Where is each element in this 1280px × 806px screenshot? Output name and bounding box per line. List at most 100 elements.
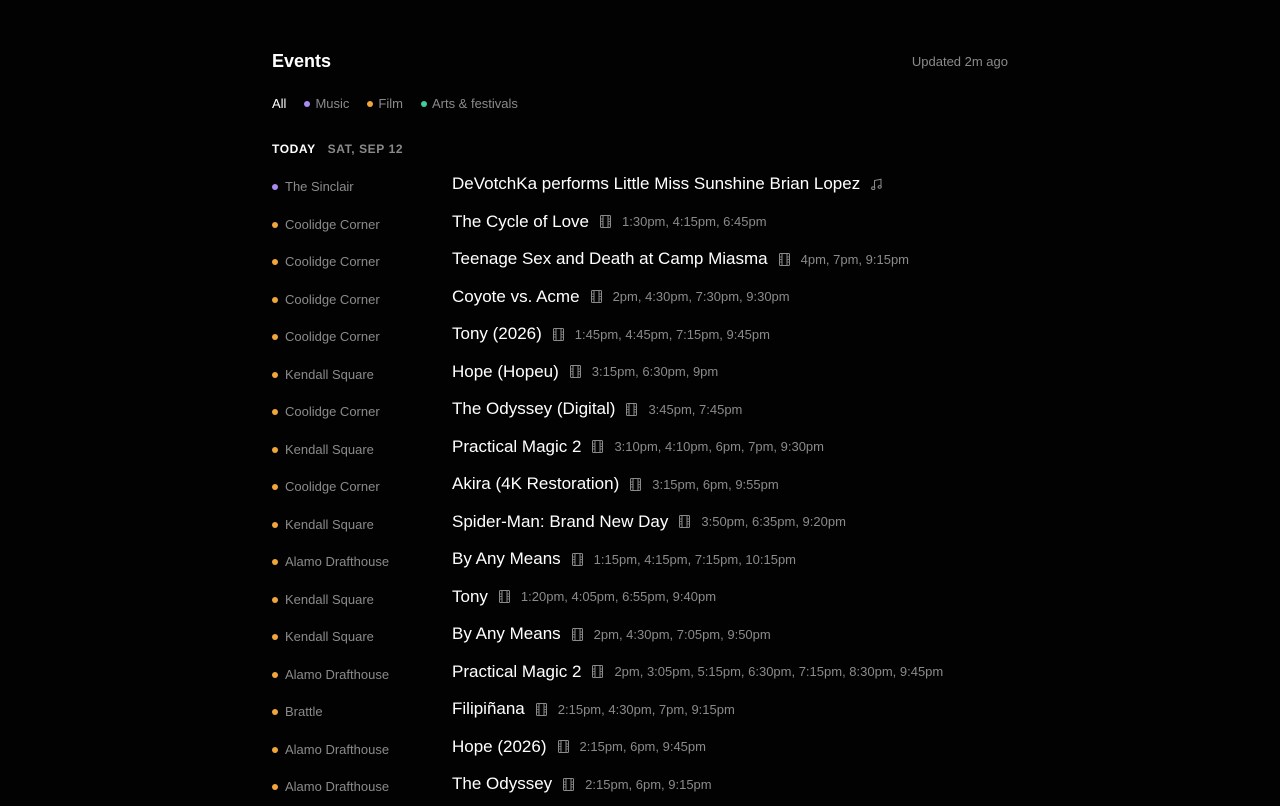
filter-film[interactable]: Film bbox=[367, 96, 403, 112]
filter-label: All bbox=[272, 96, 287, 111]
event-row[interactable]: Alamo Drafthouse By Any Means 1:15pm, 4:15… bbox=[272, 543, 1008, 581]
event-row[interactable]: Coolidge Corner Tony (2026) 1:45pm, 4:45pm… bbox=[272, 318, 1008, 356]
film-icon bbox=[562, 777, 575, 791]
event-title[interactable]: Akira (4K Restoration) bbox=[452, 474, 619, 494]
event-venue: Coolidge Corner bbox=[272, 217, 380, 233]
showtimes: 1:45pm, 4:45pm, 7:15pm, 9:45pm bbox=[574, 326, 770, 342]
event-title[interactable]: Hope (2026) bbox=[452, 737, 547, 757]
film-icon bbox=[590, 290, 603, 303]
event-details: By Any Means 2pm, 4:30pm, 7:05pm, 9:50pm bbox=[452, 624, 771, 644]
event-details: The Odyssey (Digital) 3:45pm, 7:45pm bbox=[452, 399, 742, 419]
event-title[interactable]: Tony (2026) bbox=[452, 324, 542, 344]
venue-name: The Sinclair bbox=[285, 179, 354, 194]
category-dot bbox=[272, 559, 278, 565]
film-icon bbox=[552, 327, 565, 341]
today-label: TODAY bbox=[272, 142, 316, 156]
event-details: Practical Magic 2 2pm, 3:05pm, 5:15pm, 6:… bbox=[452, 662, 943, 682]
event-details: Akira (4K Restoration) 3:15pm, 6pm, 9:55p… bbox=[452, 474, 779, 494]
event-row[interactable]: Kendall Square Spider-Man: Brand New Day 3… bbox=[272, 506, 1008, 544]
event-row[interactable]: Kendall Square Hope (Hopeu) 3:15pm, 6:30pm… bbox=[272, 356, 1008, 394]
category-dot bbox=[272, 784, 278, 790]
showtimes: 3:15pm, 6pm, 9:55pm bbox=[652, 476, 779, 492]
category-dot bbox=[272, 746, 278, 753]
event-venue: Kendall Square bbox=[272, 442, 374, 458]
venue-name: Kendall Square bbox=[285, 366, 374, 382]
event-title[interactable]: Tony bbox=[452, 587, 488, 607]
category-filters: All Music Film Arts & festivals bbox=[272, 96, 536, 112]
event-row[interactable]: Coolidge Corner The Cycle of Love 1:30pm, … bbox=[272, 206, 1008, 244]
showtimes: 1:30pm, 4:15pm, 6:45pm bbox=[622, 214, 767, 229]
day-heading: TODAY SAT, SEP 12 bbox=[272, 142, 403, 156]
event-venue: Coolidge Corner bbox=[272, 292, 380, 308]
event-details: By Any Means 1:15pm, 4:15pm, 7:15pm, 10:1… bbox=[452, 549, 796, 569]
event-venue: Kendall Square bbox=[272, 592, 374, 608]
filter-music[interactable]: Music bbox=[304, 96, 349, 112]
film-icon bbox=[571, 627, 584, 641]
showtimes: 2:15pm, 4:30pm, 7pm, 9:15pm bbox=[557, 701, 735, 717]
venue-name: Kendall Square bbox=[285, 591, 374, 607]
film-icon bbox=[535, 702, 548, 716]
event-row[interactable]: Kendall Square Practical Magic 2 3:10pm, 4… bbox=[272, 431, 1008, 469]
event-title[interactable]: Spider-Man: Brand New Day bbox=[452, 512, 668, 532]
event-venue: Alamo Drafthouse bbox=[272, 779, 389, 795]
event-row[interactable]: Kendall Square Tony 1:20pm, 4:05pm, 6:55pm… bbox=[272, 581, 1008, 619]
showtimes: 3:50pm, 6:35pm, 9:20pm bbox=[701, 514, 846, 529]
event-title[interactable]: Teenage Sex and Death at Camp Miasma bbox=[452, 249, 768, 269]
event-venue: The Sinclair bbox=[272, 179, 354, 195]
filter-color-dot bbox=[304, 101, 311, 107]
filter-color-dot bbox=[420, 101, 427, 107]
category-dot bbox=[272, 259, 278, 265]
event-row[interactable]: Brattle Filipiñana 2:15pm, 4:30pm, 7pm, 9:… bbox=[272, 693, 1008, 731]
event-row[interactable]: Coolidge Corner Teenage Sex and Death at … bbox=[272, 243, 1008, 281]
event-venue: Kendall Square bbox=[272, 517, 374, 533]
event-row[interactable]: Alamo Drafthouse Practical Magic 2 2pm, 3:… bbox=[272, 656, 1008, 694]
showtimes: 2:15pm, 6pm, 9:15pm bbox=[585, 776, 712, 792]
event-details: Filipiñana 2:15pm, 4:30pm, 7pm, 9:15pm bbox=[452, 699, 735, 719]
event-title[interactable]: Coyote vs. Acme bbox=[452, 287, 580, 307]
event-venue: Alamo Drafthouse bbox=[272, 667, 389, 683]
event-title[interactable]: The Odyssey bbox=[452, 774, 552, 794]
category-dot bbox=[272, 334, 278, 340]
event-row[interactable]: Coolidge Corner Akira (4K Restoration) 3:1… bbox=[272, 468, 1008, 506]
date-label: SAT, SEP 12 bbox=[327, 142, 404, 156]
event-title[interactable]: By Any Means bbox=[452, 549, 561, 569]
event-title[interactable]: The Odyssey (Digital) bbox=[452, 399, 615, 419]
event-row[interactable]: Kendall Square By Any Means 2pm, 4:30pm, 7… bbox=[272, 618, 1008, 656]
film-icon bbox=[778, 252, 791, 266]
event-venue: Coolidge Corner bbox=[272, 404, 380, 420]
event-title[interactable]: By Any Means bbox=[452, 624, 561, 644]
page-header: Events Updated 2m ago bbox=[272, 50, 1008, 74]
film-icon bbox=[599, 215, 612, 228]
filter-arts-festivals[interactable]: Arts & festivals bbox=[420, 96, 518, 112]
event-title[interactable]: Practical Magic 2 bbox=[452, 662, 581, 682]
event-row[interactable]: Coolidge Corner The Odyssey (Digital) 3:45… bbox=[272, 393, 1008, 431]
event-title[interactable]: The Cycle of Love bbox=[452, 212, 589, 232]
event-row[interactable]: Coolidge Corner Coyote vs. Acme 2pm, 4:30p… bbox=[272, 281, 1008, 319]
event-details: The Odyssey 2:15pm, 6pm, 9:15pm bbox=[452, 774, 712, 794]
showtimes: 2:15pm, 6pm, 9:45pm bbox=[579, 739, 706, 754]
event-details: Practical Magic 2 3:10pm, 4:10pm, 6pm, 7p… bbox=[452, 437, 824, 457]
event-details: DeVotchKa performs Little Miss Sunshine … bbox=[452, 174, 883, 194]
film-icon bbox=[591, 440, 604, 453]
showtimes: 3:10pm, 4:10pm, 6pm, 7pm, 9:30pm bbox=[614, 439, 824, 454]
category-dot bbox=[272, 521, 278, 528]
showtimes: 4pm, 7pm, 9:15pm bbox=[800, 251, 910, 267]
event-list: The Sinclair DeVotchKa performs Little Mi… bbox=[272, 168, 1008, 806]
event-venue: Alamo Drafthouse bbox=[272, 742, 389, 758]
film-icon bbox=[625, 402, 638, 416]
event-title[interactable]: Filipiñana bbox=[452, 699, 525, 719]
showtimes: 3:15pm, 6:30pm, 9pm bbox=[591, 364, 719, 379]
event-title[interactable]: Hope (Hopeu) bbox=[452, 362, 559, 382]
event-venue: Coolidge Corner bbox=[272, 479, 380, 495]
category-dot bbox=[272, 709, 278, 715]
film-icon bbox=[678, 515, 691, 528]
filter-all[interactable]: All bbox=[272, 96, 286, 112]
event-row[interactable]: The Sinclair DeVotchKa performs Little Mi… bbox=[272, 168, 1008, 206]
event-row[interactable]: Alamo Drafthouse Hope (2026) 2:15pm, 6pm, … bbox=[272, 731, 1008, 769]
venue-name: Kendall Square bbox=[285, 629, 374, 644]
film-icon bbox=[571, 552, 584, 566]
showtimes: 3:45pm, 7:45pm bbox=[648, 401, 743, 417]
event-title[interactable]: DeVotchKa performs Little Miss Sunshine … bbox=[452, 174, 860, 194]
event-title[interactable]: Practical Magic 2 bbox=[452, 437, 581, 457]
film-icon bbox=[629, 477, 642, 491]
